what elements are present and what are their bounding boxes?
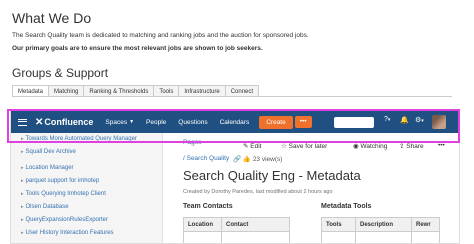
sidebar-item[interactable]: ▸ Squall Dev Archive bbox=[21, 149, 76, 155]
tab-divider bbox=[12, 96, 452, 97]
intro-text: The Search Quality team is dedicated to … bbox=[12, 32, 309, 39]
team-contacts-table: Location Contact bbox=[183, 217, 290, 243]
section-heading: Groups & Support bbox=[12, 66, 109, 80]
table-header-contact: Contact bbox=[221, 217, 290, 232]
table-cell bbox=[221, 231, 290, 243]
sidebar-item[interactable]: ▸ parquet support for imhotep bbox=[21, 178, 99, 184]
restrictions-icon: 🔗 bbox=[233, 156, 242, 163]
table-header-rewrite: Rewr bbox=[411, 217, 440, 232]
goals-text: Our primary goals are to ensure the most… bbox=[12, 45, 263, 52]
table-cell bbox=[321, 231, 356, 243]
team-contacts-heading: Team Contacts bbox=[183, 203, 233, 210]
chevron-right-icon: ▸ bbox=[21, 204, 24, 210]
highlight-annotation bbox=[7, 109, 460, 143]
chevron-right-icon: ▸ bbox=[21, 217, 24, 223]
table-cell bbox=[355, 231, 412, 243]
breadcrumb-parent[interactable]: / Search Quality bbox=[183, 155, 229, 162]
table-header-tools: Tools bbox=[321, 217, 356, 232]
chevron-right-icon: ▸ bbox=[21, 178, 24, 184]
save-for-later-button[interactable]: ☆ Save for later bbox=[281, 142, 327, 150]
watching-button[interactable]: ◉ Watching bbox=[353, 142, 387, 150]
likes-icon: 👍 bbox=[242, 156, 251, 163]
share-button[interactable]: ⇪ Share bbox=[399, 142, 424, 150]
chevron-right-icon: ▸ bbox=[21, 230, 24, 236]
sidebar-item[interactable]: ▸ Location Manager bbox=[21, 165, 74, 171]
chevron-right-icon: ▸ bbox=[21, 165, 24, 171]
table-cell bbox=[183, 231, 222, 243]
page-content: Pages / Search Quality ✎ Edit ☆ Save for… bbox=[163, 133, 459, 243]
chevron-right-icon: ▸ bbox=[21, 191, 24, 197]
page-heading: What We Do bbox=[12, 10, 92, 26]
star-icon: ☆ bbox=[281, 143, 289, 150]
chevron-right-icon: ▸ bbox=[21, 149, 24, 155]
edit-button[interactable]: ✎ Edit bbox=[243, 142, 261, 150]
table-cell bbox=[411, 231, 440, 243]
metadata-tools-table: Tools Description Rewr bbox=[321, 217, 440, 243]
table-header-description: Description bbox=[355, 217, 412, 232]
page-byline: Created by Dorothy Paredes, last modifie… bbox=[183, 189, 333, 195]
sidebar-item[interactable]: ▸ Tools Querying Imhotep Client bbox=[21, 191, 106, 197]
sidebar-item[interactable]: ▸ User History Interaction Features bbox=[21, 230, 114, 236]
more-actions-icon[interactable]: ••• bbox=[438, 142, 445, 149]
page-views[interactable]: 🔗 👍 23 view(s) bbox=[233, 155, 282, 163]
sidebar-item[interactable]: ▸ QueryExpansionRulesExporter bbox=[21, 217, 108, 223]
page-title: Search Quality Eng - Metadata bbox=[183, 168, 361, 183]
metadata-tools-heading: Metadata Tools bbox=[321, 203, 372, 210]
table-header-location: Location bbox=[183, 217, 222, 232]
page-tree-sidebar: ▸ Towards More Automated Query Manager ▸ S… bbox=[11, 133, 163, 243]
sidebar-item[interactable]: ▸ Olsen Database bbox=[21, 204, 69, 210]
